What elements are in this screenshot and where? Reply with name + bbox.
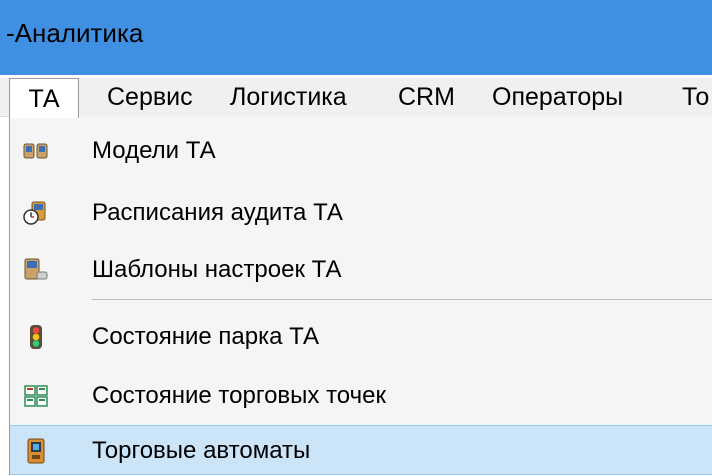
window-title: -Аналитика (6, 18, 144, 48)
menu-item-label: Состояние торговых точек (92, 382, 386, 409)
ta-dropdown-menu: Модели ТА Расписания аудита ТА Шаблоны н… (9, 116, 712, 475)
traffic-light-icon (23, 324, 47, 350)
menu-bar: ТА Сервис Логистика CRM Операторы То (0, 78, 712, 118)
menu-item-label: Расписания аудита ТА (92, 199, 343, 226)
vending-machine-icon (23, 438, 47, 464)
window-titlebar: -Аналитика (0, 0, 712, 75)
menu-item-label: Состояние парка ТА (92, 323, 320, 350)
menu-item-label: Торговые автоматы (92, 437, 311, 464)
menu-separator (92, 299, 712, 300)
menu-item-vending-machines[interactable]: Торговые автоматы (10, 425, 712, 475)
menu-logistics[interactable]: Логистика (230, 78, 347, 116)
menu-truncated[interactable]: То (682, 78, 709, 116)
machine-models-icon (23, 138, 48, 164)
menu-crm[interactable]: CRM (398, 78, 455, 116)
settings-template-icon (23, 257, 48, 283)
grid-status-icon (23, 383, 48, 409)
menu-service[interactable]: Сервис (107, 78, 193, 116)
menu-item-label: Шаблоны настроек ТА (92, 256, 342, 283)
menu-item-settings-templates[interactable]: Шаблоны настроек ТА (10, 245, 712, 295)
menu-item-fleet-status[interactable]: Состояние парка ТА (10, 312, 712, 362)
menu-ta[interactable]: ТА (9, 78, 79, 118)
menu-item-outlet-status[interactable]: Состояние торговых точек (10, 371, 712, 421)
menu-operators[interactable]: Операторы (492, 78, 623, 116)
menu-item-machine-models[interactable]: Модели ТА (10, 126, 712, 176)
menu-item-label: Модели ТА (92, 137, 216, 164)
audit-schedule-icon (23, 200, 47, 226)
menu-item-audit-schedules[interactable]: Расписания аудита ТА (10, 188, 712, 238)
